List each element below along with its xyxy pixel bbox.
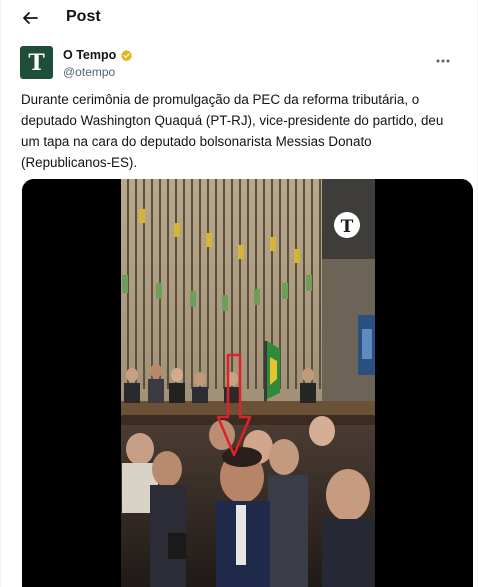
author-name[interactable]: O Tempo — [63, 48, 116, 62]
arrow-left-icon — [23, 12, 38, 24]
back-button[interactable] — [19, 7, 41, 29]
more-icon — [436, 59, 450, 63]
watermark-letter: T — [341, 217, 354, 237]
verified-badge-icon — [121, 49, 133, 61]
author-name-row: O Tempo — [63, 48, 133, 62]
author-handle[interactable]: @otempo — [63, 65, 115, 79]
video-frame: T — [22, 179, 473, 587]
avatar[interactable]: T — [20, 46, 53, 79]
page-header: Post — [0, 0, 478, 36]
tweet-video[interactable]: T — [22, 179, 473, 587]
avatar-letter: T — [28, 49, 45, 76]
left-border — [0, 0, 1, 587]
tweet-text: Durante cerimônia de promulgação da PEC … — [21, 92, 444, 170]
author-block: T O Tempo @otempo — [20, 46, 460, 82]
more-button[interactable] — [436, 50, 450, 66]
page-title: Post — [66, 8, 101, 25]
